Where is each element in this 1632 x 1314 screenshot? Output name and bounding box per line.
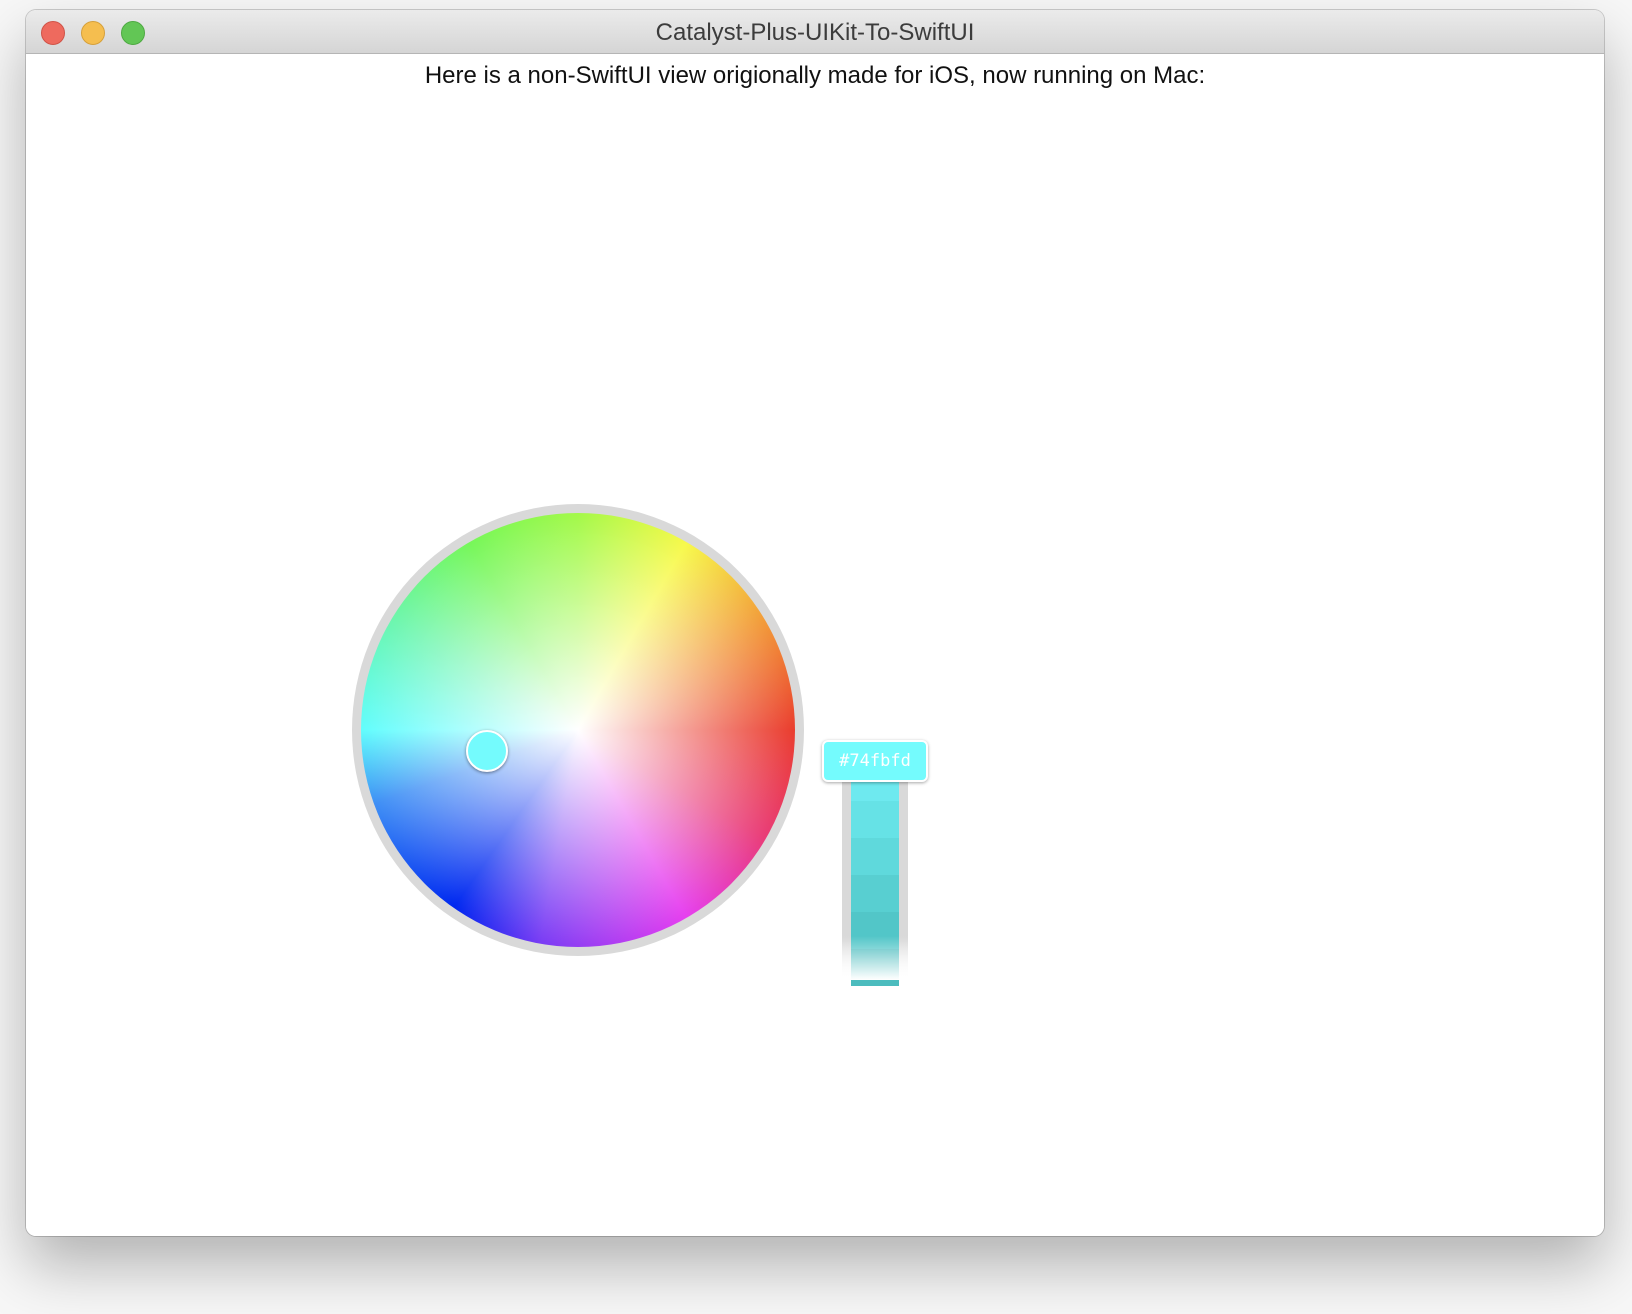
caption-text: Here is a non-SwiftUI view origionally m… bbox=[424, 62, 1206, 89]
content-area: Here is a non-SwiftUI view origionally m… bbox=[26, 54, 1604, 1236]
title-bar[interactable]: Catalyst-Plus-UIKit-To-SwiftUI bbox=[26, 10, 1604, 54]
color-wheel-spectrum[interactable] bbox=[361, 513, 795, 947]
brightness-slider[interactable] bbox=[842, 764, 908, 986]
brightness-swatch[interactable] bbox=[851, 875, 899, 912]
color-wheel-saturation-overlay bbox=[361, 513, 795, 947]
brightness-slider-fade bbox=[842, 936, 908, 980]
desktop: Catalyst-Plus-UIKit-To-SwiftUI Here is a… bbox=[0, 0, 1632, 1314]
color-wheel-knob[interactable] bbox=[466, 730, 508, 772]
brightness-swatch[interactable] bbox=[851, 801, 899, 838]
brightness-swatch[interactable] bbox=[851, 838, 899, 875]
app-window: Catalyst-Plus-UIKit-To-SwiftUI Here is a… bbox=[26, 10, 1604, 1236]
hex-value-badge[interactable]: #74fbfd bbox=[822, 740, 928, 782]
window-title: Catalyst-Plus-UIKit-To-SwiftUI bbox=[655, 19, 975, 46]
color-wheel[interactable] bbox=[352, 504, 804, 956]
